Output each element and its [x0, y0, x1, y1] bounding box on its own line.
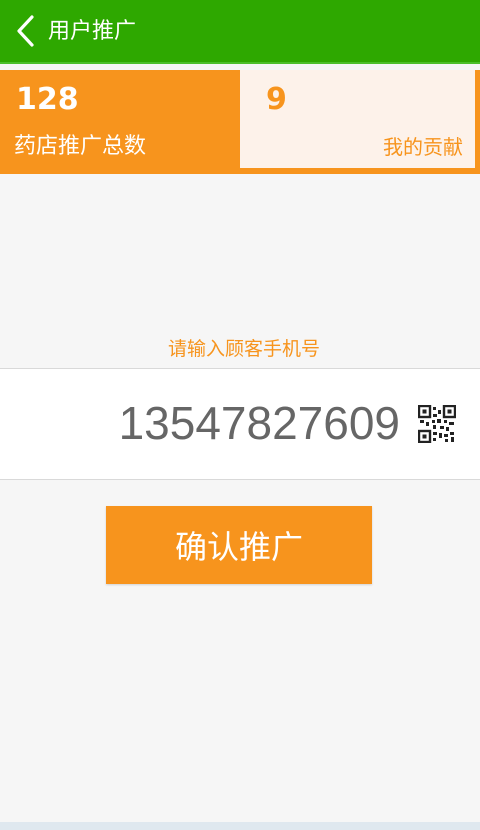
- store-total-label: 药店推广总数: [14, 134, 147, 159]
- stats-panel: 128 药店推广总数 9 我的贡献: [0, 70, 480, 174]
- page-title: 用户推广: [48, 19, 137, 44]
- app-header: 用户推广: [0, 0, 480, 64]
- store-total-card: 128 药店推广总数: [0, 70, 240, 174]
- phone-input[interactable]: [60, 393, 400, 453]
- my-contribution-card: 9 我的贡献: [240, 70, 475, 168]
- phone-prompt-label: 请输入顾客手机号: [167, 338, 320, 360]
- phone-input-box: [0, 368, 480, 480]
- chevron-left-icon[interactable]: [14, 15, 38, 47]
- confirm-promotion-button[interactable]: 确认推广: [106, 506, 372, 584]
- store-total-value: 128: [16, 82, 79, 117]
- bottom-divider: [0, 822, 480, 830]
- qr-code-icon[interactable]: [418, 405, 456, 443]
- my-contribution-value: 9: [266, 82, 287, 117]
- my-contribution-label: 我的贡献: [383, 135, 463, 159]
